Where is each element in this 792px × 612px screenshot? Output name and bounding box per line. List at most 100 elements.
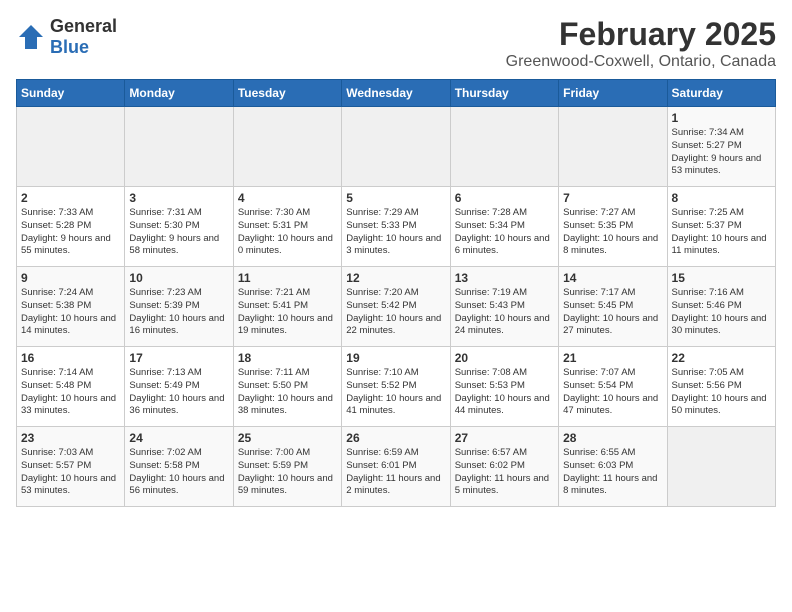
day-number: 14 bbox=[563, 271, 662, 285]
calendar-week-row: 1 Sunrise: 7:34 AM Sunset: 5:27 PM Daylig… bbox=[17, 107, 776, 187]
day-info: Sunrise: 7:16 AM Sunset: 5:46 PM Dayligh… bbox=[672, 287, 771, 338]
day-info: Sunrise: 7:29 AM Sunset: 5:33 PM Dayligh… bbox=[346, 207, 445, 258]
day-number: 5 bbox=[346, 191, 445, 205]
day-info: Sunrise: 7:02 AM Sunset: 5:58 PM Dayligh… bbox=[129, 447, 228, 498]
day-number: 7 bbox=[563, 191, 662, 205]
calendar-week-row: 9Sunrise: 7:24 AM Sunset: 5:38 PM Daylig… bbox=[17, 267, 776, 347]
day-info: Sunrise: 6:55 AM Sunset: 6:03 PM Dayligh… bbox=[563, 447, 662, 498]
day-info: Sunrise: 7:13 AM Sunset: 5:49 PM Dayligh… bbox=[129, 367, 228, 418]
logo-blue: Blue bbox=[50, 37, 89, 57]
calendar-cell bbox=[559, 107, 667, 187]
calendar-cell: 3 Sunrise: 7:31 AM Sunset: 5:30 PM Daylig… bbox=[125, 187, 233, 267]
logo: General Blue bbox=[16, 16, 117, 58]
day-number: 26 bbox=[346, 431, 445, 445]
calendar-cell: 25 Sunrise: 7:00 AM Sunset: 5:59 PM Dayli… bbox=[233, 427, 341, 507]
calendar-cell: 9Sunrise: 7:24 AM Sunset: 5:38 PM Daylig… bbox=[17, 267, 125, 347]
logo-general: General bbox=[50, 16, 117, 36]
day-number: 19 bbox=[346, 351, 445, 365]
day-info: Sunrise: 7:23 AM Sunset: 5:39 PM Dayligh… bbox=[129, 287, 228, 338]
calendar-cell: 15 Sunrise: 7:16 AM Sunset: 5:46 PM Dayli… bbox=[667, 267, 775, 347]
day-info: Sunrise: 7:10 AM Sunset: 5:52 PM Dayligh… bbox=[346, 367, 445, 418]
calendar-cell: 1 Sunrise: 7:34 AM Sunset: 5:27 PM Daylig… bbox=[667, 107, 775, 187]
calendar-cell: 6 Sunrise: 7:28 AM Sunset: 5:34 PM Daylig… bbox=[450, 187, 558, 267]
weekday-header-row: SundayMondayTuesdayWednesdayThursdayFrid… bbox=[17, 80, 776, 107]
day-number: 27 bbox=[455, 431, 554, 445]
calendar-cell: 10 Sunrise: 7:23 AM Sunset: 5:39 PM Dayli… bbox=[125, 267, 233, 347]
day-info: Sunrise: 7:27 AM Sunset: 5:35 PM Dayligh… bbox=[563, 207, 662, 258]
calendar-cell bbox=[125, 107, 233, 187]
day-info: Sunrise: 7:28 AM Sunset: 5:34 PM Dayligh… bbox=[455, 207, 554, 258]
calendar-cell: 28 Sunrise: 6:55 AM Sunset: 6:03 PM Dayli… bbox=[559, 427, 667, 507]
day-info: Sunrise: 7:11 AM Sunset: 5:50 PM Dayligh… bbox=[238, 367, 337, 418]
calendar-cell: 23Sunrise: 7:03 AM Sunset: 5:57 PM Dayli… bbox=[17, 427, 125, 507]
calendar-cell: 13Sunrise: 7:19 AM Sunset: 5:43 PM Dayli… bbox=[450, 267, 558, 347]
calendar-cell bbox=[342, 107, 450, 187]
day-number: 23 bbox=[21, 431, 120, 445]
day-info: Sunrise: 7:25 AM Sunset: 5:37 PM Dayligh… bbox=[672, 207, 771, 258]
weekday-header: Thursday bbox=[450, 80, 558, 107]
day-number: 2 bbox=[21, 191, 120, 205]
day-info: Sunrise: 7:07 AM Sunset: 5:54 PM Dayligh… bbox=[563, 367, 662, 418]
day-number: 18 bbox=[238, 351, 337, 365]
day-number: 25 bbox=[238, 431, 337, 445]
calendar-cell: 2 Sunrise: 7:33 AM Sunset: 5:28 PM Daylig… bbox=[17, 187, 125, 267]
calendar-cell: 17 Sunrise: 7:13 AM Sunset: 5:49 PM Dayli… bbox=[125, 347, 233, 427]
location-title: Greenwood-Coxwell, Ontario, Canada bbox=[506, 53, 776, 71]
calendar-cell: 14 Sunrise: 7:17 AM Sunset: 5:45 PM Dayli… bbox=[559, 267, 667, 347]
calendar-cell: 21 Sunrise: 7:07 AM Sunset: 5:54 PM Dayli… bbox=[559, 347, 667, 427]
day-number: 20 bbox=[455, 351, 554, 365]
day-info: Sunrise: 6:57 AM Sunset: 6:02 PM Dayligh… bbox=[455, 447, 554, 498]
calendar-cell: 20 Sunrise: 7:08 AM Sunset: 5:53 PM Dayli… bbox=[450, 347, 558, 427]
page-header: General Blue February 2025 Greenwood-Cox… bbox=[16, 16, 776, 71]
weekday-header: Wednesday bbox=[342, 80, 450, 107]
calendar-cell bbox=[233, 107, 341, 187]
calendar-week-row: 2 Sunrise: 7:33 AM Sunset: 5:28 PM Daylig… bbox=[17, 187, 776, 267]
weekday-header: Sunday bbox=[17, 80, 125, 107]
day-info: Sunrise: 7:14 AM Sunset: 5:48 PM Dayligh… bbox=[21, 367, 120, 418]
title-block: February 2025 Greenwood-Coxwell, Ontario… bbox=[506, 16, 776, 71]
calendar-cell: 18 Sunrise: 7:11 AM Sunset: 5:50 PM Dayli… bbox=[233, 347, 341, 427]
day-number: 1 bbox=[672, 111, 771, 125]
day-number: 16 bbox=[21, 351, 120, 365]
day-info: Sunrise: 7:05 AM Sunset: 5:56 PM Dayligh… bbox=[672, 367, 771, 418]
calendar-cell: 16 Sunrise: 7:14 AM Sunset: 5:48 PM Dayli… bbox=[17, 347, 125, 427]
weekday-header: Friday bbox=[559, 80, 667, 107]
calendar-week-row: 23Sunrise: 7:03 AM Sunset: 5:57 PM Dayli… bbox=[17, 427, 776, 507]
day-number: 15 bbox=[672, 271, 771, 285]
day-number: 11 bbox=[238, 271, 337, 285]
day-number: 17 bbox=[129, 351, 228, 365]
logo-text: General Blue bbox=[50, 16, 117, 58]
day-info: Sunrise: 7:34 AM Sunset: 5:27 PM Dayligh… bbox=[672, 127, 771, 178]
calendar-cell: 24Sunrise: 7:02 AM Sunset: 5:58 PM Dayli… bbox=[125, 427, 233, 507]
month-title: February 2025 bbox=[506, 16, 776, 53]
day-info: Sunrise: 7:08 AM Sunset: 5:53 PM Dayligh… bbox=[455, 367, 554, 418]
day-number: 28 bbox=[563, 431, 662, 445]
day-number: 12 bbox=[346, 271, 445, 285]
weekday-header: Monday bbox=[125, 80, 233, 107]
calendar-cell: 8 Sunrise: 7:25 AM Sunset: 5:37 PM Daylig… bbox=[667, 187, 775, 267]
day-info: Sunrise: 7:19 AM Sunset: 5:43 PM Dayligh… bbox=[455, 287, 554, 338]
day-info: Sunrise: 7:21 AM Sunset: 5:41 PM Dayligh… bbox=[238, 287, 337, 338]
day-number: 10 bbox=[129, 271, 228, 285]
day-info: Sunrise: 7:17 AM Sunset: 5:45 PM Dayligh… bbox=[563, 287, 662, 338]
calendar-cell: 11 Sunrise: 7:21 AM Sunset: 5:41 PM Dayli… bbox=[233, 267, 341, 347]
day-info: Sunrise: 6:59 AM Sunset: 6:01 PM Dayligh… bbox=[346, 447, 445, 498]
day-number: 3 bbox=[129, 191, 228, 205]
day-info: Sunrise: 7:31 AM Sunset: 5:30 PM Dayligh… bbox=[129, 207, 228, 258]
day-number: 8 bbox=[672, 191, 771, 205]
weekday-header: Saturday bbox=[667, 80, 775, 107]
logo-icon bbox=[16, 22, 46, 52]
calendar-cell: 27 Sunrise: 6:57 AM Sunset: 6:02 PM Dayli… bbox=[450, 427, 558, 507]
day-number: 4 bbox=[238, 191, 337, 205]
calendar-cell bbox=[667, 427, 775, 507]
day-info: Sunrise: 7:00 AM Sunset: 5:59 PM Dayligh… bbox=[238, 447, 337, 498]
day-info: Sunrise: 7:24 AM Sunset: 5:38 PM Dayligh… bbox=[21, 287, 120, 338]
day-info: Sunrise: 7:33 AM Sunset: 5:28 PM Dayligh… bbox=[21, 207, 120, 258]
day-number: 6 bbox=[455, 191, 554, 205]
day-number: 21 bbox=[563, 351, 662, 365]
calendar-cell: 12 Sunrise: 7:20 AM Sunset: 5:42 PM Dayli… bbox=[342, 267, 450, 347]
weekday-header: Tuesday bbox=[233, 80, 341, 107]
calendar-cell bbox=[17, 107, 125, 187]
day-info: Sunrise: 7:20 AM Sunset: 5:42 PM Dayligh… bbox=[346, 287, 445, 338]
calendar-cell: 26 Sunrise: 6:59 AM Sunset: 6:01 PM Dayli… bbox=[342, 427, 450, 507]
